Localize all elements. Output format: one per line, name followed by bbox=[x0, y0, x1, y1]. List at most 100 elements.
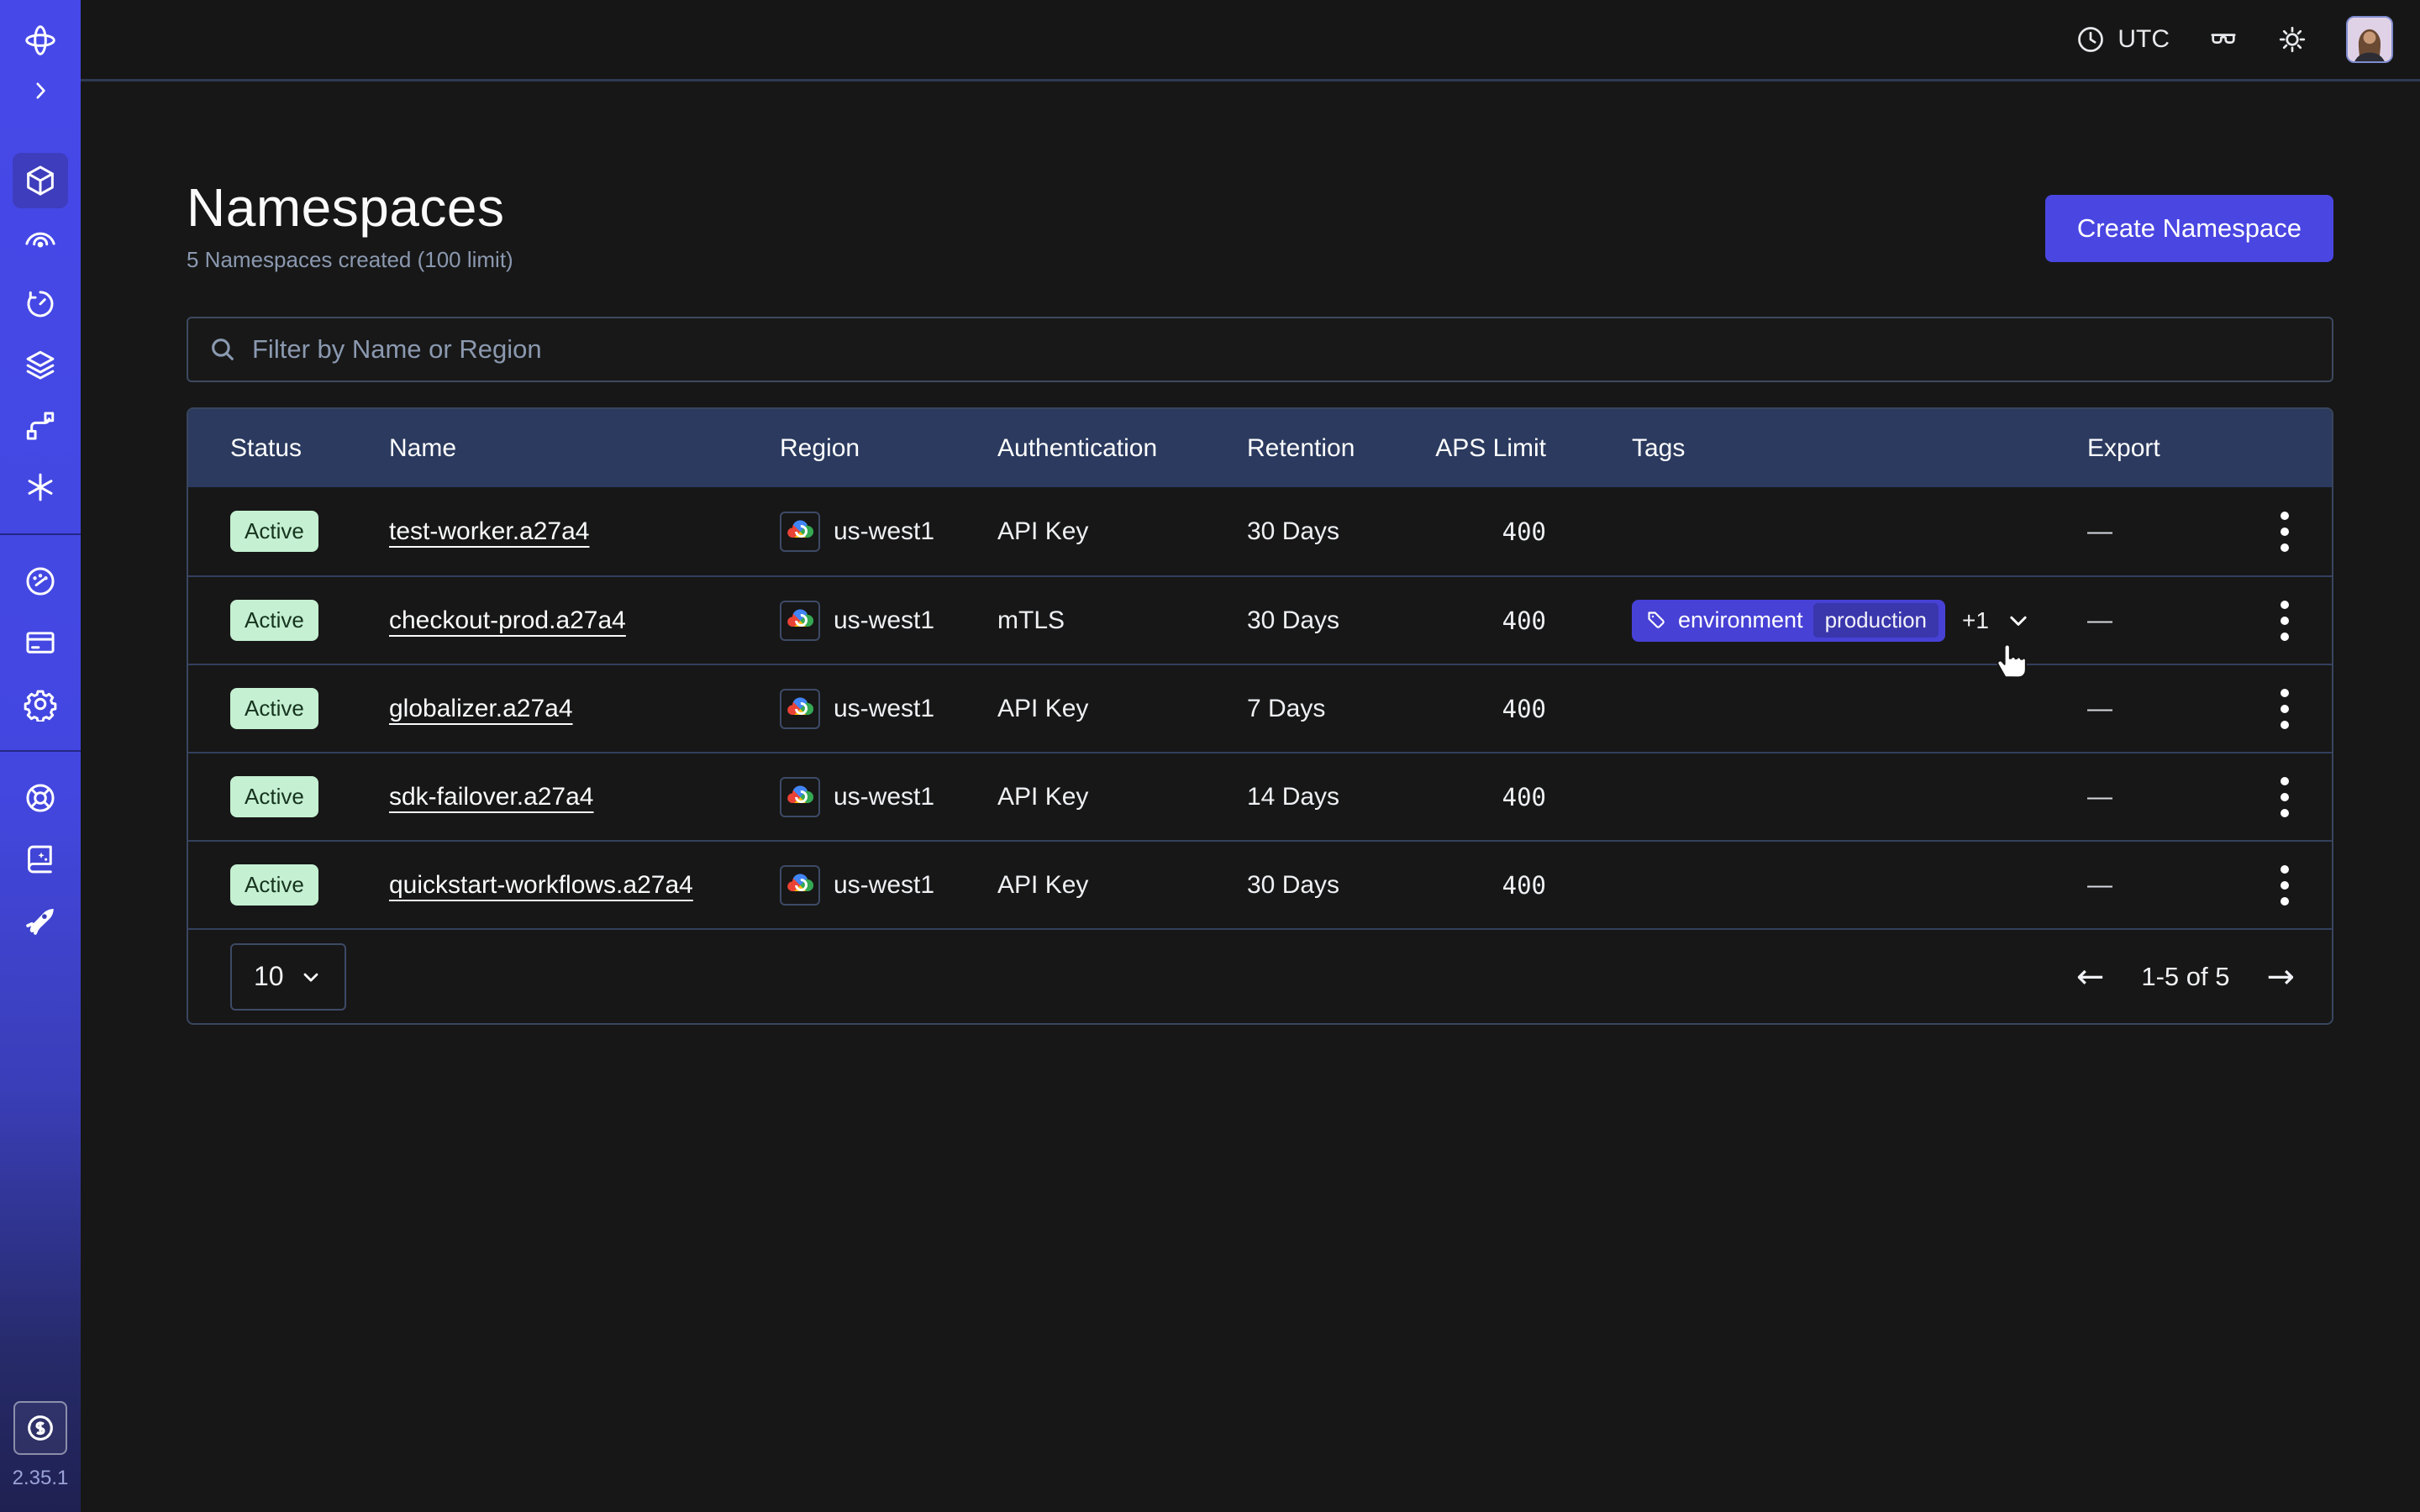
namespace-link[interactable]: test-worker.a27a4 bbox=[389, 517, 589, 545]
page-header: Namespaces 5 Namespaces created (100 lim… bbox=[187, 176, 2333, 273]
namespaces-table: Status Name Region Authentication Retent… bbox=[187, 407, 2333, 1025]
card-icon bbox=[23, 625, 58, 660]
col-retention: Retention bbox=[1247, 434, 1415, 463]
region-label: us-west1 bbox=[834, 606, 934, 635]
temporal-logo-icon[interactable] bbox=[13, 17, 68, 64]
gear-icon bbox=[23, 686, 58, 722]
region-label: us-west1 bbox=[834, 695, 934, 723]
region-label: us-west1 bbox=[834, 517, 934, 546]
aps-limit-value: 400 bbox=[1415, 517, 1546, 546]
filter-input[interactable] bbox=[252, 334, 2312, 365]
topbar: UTC bbox=[81, 0, 2420, 81]
col-status: Status bbox=[230, 434, 389, 463]
status-badge: Active bbox=[230, 776, 318, 817]
sidebar-item-support[interactable] bbox=[13, 770, 68, 826]
layers-icon bbox=[23, 347, 58, 382]
sidebar-item-usage[interactable] bbox=[13, 554, 68, 609]
glasses-icon[interactable] bbox=[2208, 24, 2238, 55]
export-value: — bbox=[2087, 517, 2258, 546]
user-avatar[interactable] bbox=[2346, 16, 2393, 63]
gauge-icon bbox=[23, 564, 58, 599]
sidebar-item-docs[interactable] bbox=[13, 832, 68, 887]
export-value: — bbox=[2087, 695, 2258, 723]
sidebar-item-billing[interactable] bbox=[13, 615, 68, 670]
export-value: — bbox=[2087, 606, 2258, 635]
sidebar-expand-button[interactable] bbox=[13, 71, 68, 111]
export-value: — bbox=[2087, 783, 2258, 811]
row-menu-button[interactable] bbox=[2258, 682, 2312, 736]
sidebar-item-stack[interactable] bbox=[13, 337, 68, 392]
timer-icon bbox=[23, 286, 58, 321]
row-menu-button[interactable] bbox=[2258, 858, 2312, 912]
lifebuoy-icon bbox=[23, 780, 58, 816]
retention-value: 30 Days bbox=[1247, 517, 1415, 546]
sidebar-nav-primary bbox=[13, 153, 68, 515]
page-size-value: 10 bbox=[254, 961, 284, 992]
namespace-link[interactable]: sdk-failover.a27a4 bbox=[389, 783, 594, 811]
row-menu-button[interactable] bbox=[2258, 505, 2312, 559]
chevron-down-icon bbox=[299, 965, 323, 989]
sidebar-item-deployments[interactable] bbox=[13, 398, 68, 454]
pagination-range: 1-5 of 5 bbox=[2141, 962, 2229, 992]
prev-page-button[interactable]: ← bbox=[2076, 960, 2105, 994]
app-window: 2.35.1 UTC Namespaces 5 Namespaces creat… bbox=[0, 0, 2420, 1512]
aps-limit-value: 400 bbox=[1415, 783, 1546, 811]
namespace-link[interactable]: quickstart-workflows.a27a4 bbox=[389, 871, 693, 899]
main-content: Namespaces 5 Namespaces created (100 lim… bbox=[81, 84, 2420, 1025]
sidebar-item-schedules[interactable] bbox=[13, 276, 68, 331]
row-menu-button[interactable] bbox=[2258, 770, 2312, 824]
app-version: 2.35.1 bbox=[13, 1467, 69, 1490]
sidebar-item-namespaces[interactable] bbox=[13, 153, 68, 208]
row-menu-button[interactable] bbox=[2258, 594, 2312, 648]
sidebar-item-nexus[interactable] bbox=[13, 459, 68, 515]
namespace-link[interactable]: globalizer.a27a4 bbox=[389, 695, 573, 722]
gcp-cloud-icon bbox=[786, 872, 813, 899]
eye-icon bbox=[23, 224, 58, 260]
aps-limit-value: 400 bbox=[1415, 695, 1546, 723]
retention-value: 14 Days bbox=[1247, 783, 1415, 811]
sidebar-item-monitor[interactable] bbox=[13, 214, 68, 270]
sidebar-nav-account bbox=[13, 554, 68, 732]
auth-method: API Key bbox=[997, 695, 1247, 723]
status-badge: Active bbox=[230, 511, 318, 552]
col-export: Export bbox=[2087, 434, 2258, 463]
dollar-badge-icon bbox=[24, 1411, 57, 1445]
sidebar-item-settings[interactable] bbox=[13, 676, 68, 732]
namespace-link[interactable]: checkout-prod.a27a4 bbox=[389, 606, 626, 634]
branch-icon bbox=[23, 408, 58, 444]
rocket-icon bbox=[23, 903, 58, 938]
page-size-select[interactable]: 10 bbox=[230, 943, 346, 1011]
sun-icon[interactable] bbox=[2277, 24, 2307, 55]
auth-method: API Key bbox=[997, 517, 1247, 546]
next-page-button[interactable]: → bbox=[2266, 960, 2295, 994]
sidebar: 2.35.1 bbox=[0, 0, 81, 1512]
tag-value: production bbox=[1813, 603, 1939, 638]
page-title: Namespaces bbox=[187, 176, 513, 239]
sidebar-divider bbox=[0, 533, 81, 535]
export-value: — bbox=[2087, 871, 2258, 900]
table-row: Active globalizer.a27a4 us-west1 API Key… bbox=[188, 664, 2332, 752]
tag-icon bbox=[1645, 609, 1668, 632]
table-row: Active quickstart-workflows.a27a4 us-wes… bbox=[188, 840, 2332, 928]
more-tags-count: +1 bbox=[1962, 607, 1989, 634]
aps-limit-value: 400 bbox=[1415, 871, 1546, 900]
tag-pill[interactable]: environment production bbox=[1632, 600, 1945, 642]
table-header: Status Name Region Authentication Retent… bbox=[188, 409, 2332, 487]
pagination: ← 1-5 of 5 → bbox=[2076, 960, 2295, 994]
gcp-cloud-icon bbox=[786, 518, 813, 545]
col-tags: Tags bbox=[1546, 434, 2087, 463]
book-icon bbox=[23, 842, 58, 877]
retention-value: 7 Days bbox=[1247, 695, 1415, 723]
gcp-cloud-icon bbox=[786, 784, 813, 811]
auth-method: mTLS bbox=[997, 606, 1247, 635]
search-icon bbox=[208, 335, 237, 364]
upgrade-plan-button[interactable] bbox=[13, 1401, 67, 1455]
timezone-selector[interactable]: UTC bbox=[2075, 24, 2170, 55]
create-namespace-button[interactable]: Create Namespace bbox=[2045, 195, 2333, 262]
gcp-cloud-icon bbox=[786, 607, 813, 634]
chevron-down-icon[interactable] bbox=[2006, 608, 2031, 633]
table-row: Active test-worker.a27a4 us-west1 API Ke… bbox=[188, 487, 2332, 575]
sidebar-item-getting-started[interactable] bbox=[13, 893, 68, 948]
tag-key: environment bbox=[1678, 607, 1803, 633]
retention-value: 30 Days bbox=[1247, 606, 1415, 635]
